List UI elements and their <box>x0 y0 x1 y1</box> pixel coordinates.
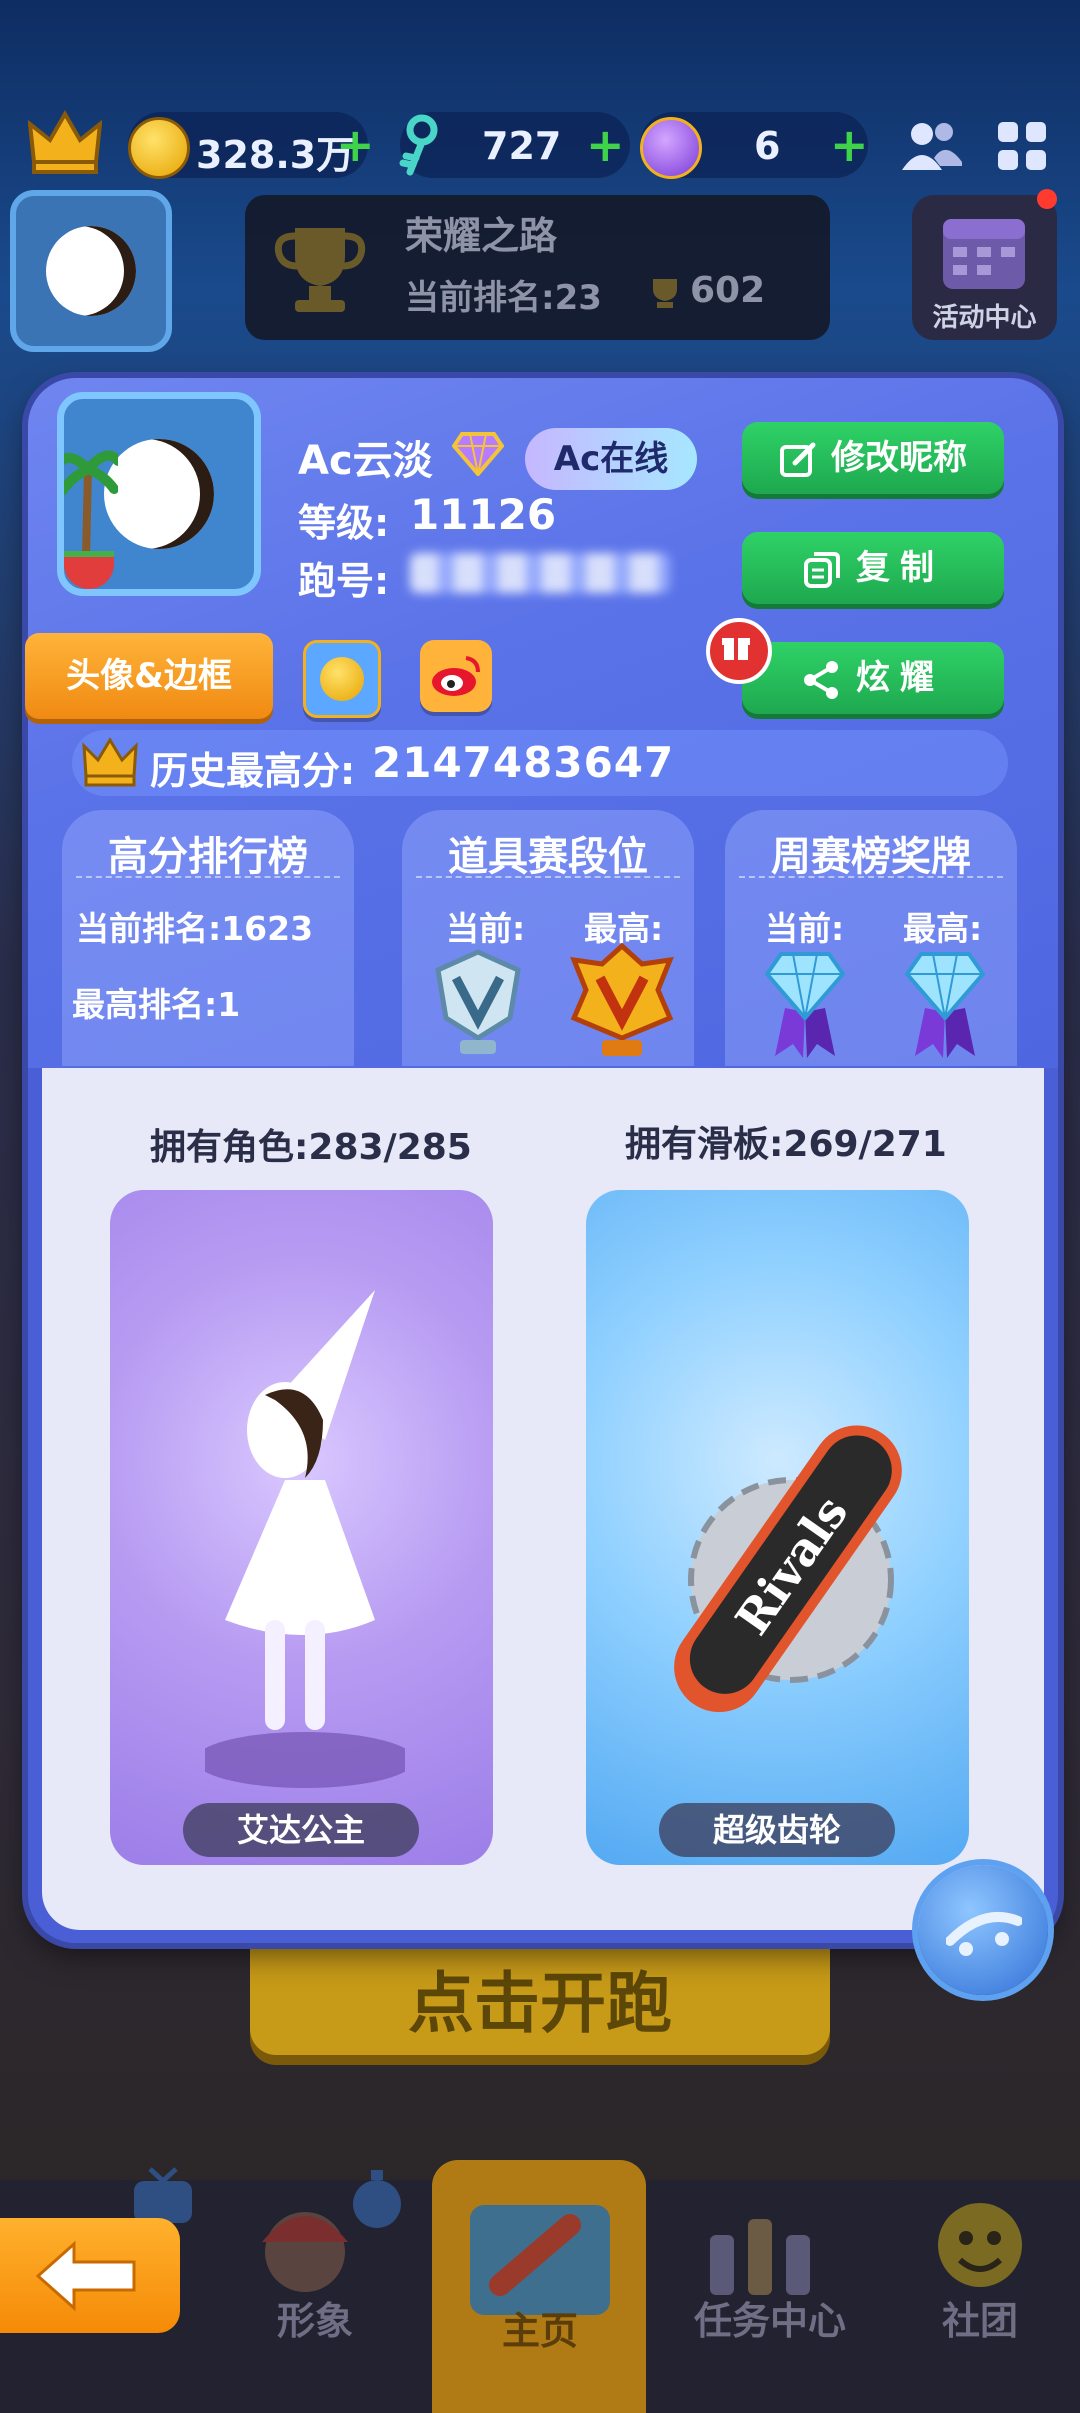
diamond-medal-icon <box>904 952 986 1058</box>
characters-owned: 拥有角色:283/285 <box>150 1127 472 1168</box>
share-button[interactable]: 炫耀 <box>742 642 1004 714</box>
coins-value: 328.3万 <box>196 133 355 177</box>
skateboard-card[interactable]: Rivals 超级齿轮 <box>586 1190 969 1865</box>
panel-divider <box>76 876 340 878</box>
notification-dot <box>1037 189 1057 209</box>
online-badge: Ac在线 <box>525 428 697 490</box>
high-score-label: 历史最高分: <box>150 749 356 793</box>
coin-icon <box>128 117 190 179</box>
coin-glyph <box>320 657 364 701</box>
edit-icon <box>780 442 816 477</box>
current-label: 当前: <box>765 909 845 948</box>
crown-icon <box>28 110 102 174</box>
highscore-leaderboard-panel[interactable]: 高分排行榜 当前排名:1623 最高排名:1 <box>62 810 354 1066</box>
nav-tab-home[interactable]: 主页 <box>470 2300 610 2393</box>
menu-grid-icon[interactable] <box>994 118 1050 174</box>
weibo-glyph <box>432 656 480 696</box>
nav-tab-tasks[interactable]: 任务中心 <box>680 2290 860 2393</box>
item-race-rank-panel[interactable]: 道具赛段位 当前: 最高: <box>402 810 694 1066</box>
panel-title: 高分排行榜 <box>108 834 308 880</box>
keys-value: 727 <box>482 124 562 168</box>
current-label: 当前: <box>446 909 526 948</box>
share-label: 炫耀 <box>856 658 944 698</box>
level-value: 11126 <box>410 490 557 539</box>
silver-rank-badge-icon <box>435 949 521 1054</box>
coins-counter[interactable]: 328.3万 + <box>128 112 375 179</box>
copy-icon <box>804 551 840 588</box>
current-rank: 当前排名:1623 <box>76 909 314 948</box>
player-id-blurred <box>410 553 670 593</box>
nav-tab-club[interactable]: 社团 <box>925 2290 1035 2393</box>
weekly-medal-panel[interactable]: 周赛榜奖牌 当前: 最高: <box>725 810 1017 1066</box>
activity-center-label: 活动中心 <box>932 303 1037 333</box>
nav-tab-appearance[interactable]: 形象 <box>250 2290 380 2393</box>
background-avatar[interactable] <box>10 190 172 352</box>
profile-avatar[interactable] <box>57 392 261 596</box>
avatar-face <box>104 439 214 549</box>
crown-icon <box>82 737 138 787</box>
token-icon <box>640 117 702 179</box>
gift-icon[interactable] <box>706 618 772 684</box>
palm-tree-icon <box>64 450 118 558</box>
friends-icon[interactable] <box>900 118 964 174</box>
back-button[interactable] <box>0 2218 180 2333</box>
add-tokens-button[interactable]: + <box>830 122 869 168</box>
weibo-icon[interactable] <box>420 640 492 712</box>
add-keys-button[interactable]: + <box>586 122 625 168</box>
panel-title: 周赛榜奖牌 <box>771 834 971 880</box>
tokens-value: 6 <box>754 124 781 168</box>
start-run-label: 点击开跑 <box>408 1965 672 2042</box>
diamond-medal-icon <box>764 952 846 1058</box>
tasks-nav-icon <box>710 2219 810 2295</box>
glory-trophies: 602 <box>690 270 766 311</box>
high-score-value: 2147483647 <box>372 738 675 787</box>
top-status-bar: 328.3万 + 727 + 6 + <box>0 100 1080 190</box>
copy-label: 复制 <box>856 548 944 588</box>
coin-badge-icon[interactable] <box>303 640 381 718</box>
skate-sticker-glyph <box>946 1912 1022 1956</box>
trophy-icon <box>274 228 366 312</box>
glory-rank: 当前排名:23 <box>405 278 602 318</box>
keys-counter[interactable]: 727 + <box>399 112 630 178</box>
best-label: 最高: <box>903 909 983 948</box>
gift-box-glyph <box>722 638 750 660</box>
activity-center-button[interactable]: 活动中心 <box>912 189 1057 340</box>
player-id-label: 跑号: <box>298 559 390 603</box>
panel-divider <box>739 876 1003 878</box>
player-nickname: Ac云淡 <box>298 438 433 484</box>
glory-title: 荣耀之路 <box>405 214 558 258</box>
copy-button[interactable]: 复制 <box>742 532 1004 604</box>
back-arrow-icon <box>35 2240 136 2312</box>
avatar-frame-button[interactable]: 头像&边框 <box>25 633 273 719</box>
calendar-icon <box>943 219 1025 289</box>
small-trophy-icon <box>653 279 677 308</box>
club-nav-icon <box>938 2203 1022 2287</box>
corner-sticker-icon[interactable] <box>918 1865 1048 1995</box>
edit-nickname-label: 修改昵称 <box>831 438 967 478</box>
panel-divider <box>416 876 680 878</box>
character-name: 艾达公主 <box>183 1803 419 1857</box>
share-icon <box>804 660 838 699</box>
watermelon-icon <box>64 551 114 589</box>
high-score-bar: 历史最高分: 2147483647 <box>72 730 1008 796</box>
avatar-face <box>46 226 136 316</box>
character-figure <box>205 1290 405 1788</box>
boards-owned: 拥有滑板:269/271 <box>625 1124 947 1165</box>
skateboard-figure: Rivals <box>674 1425 902 1713</box>
glory-road-panel[interactable]: 荣耀之路 当前排名:23 602 <box>245 195 830 340</box>
diamond-vip-icon <box>452 432 504 476</box>
key-icon <box>399 114 438 176</box>
skateboard-name: 超级齿轮 <box>659 1803 895 1857</box>
tokens-counter[interactable]: 6 + <box>640 112 869 179</box>
character-card[interactable]: 艾达公主 <box>110 1190 493 1865</box>
panel-title: 道具赛段位 <box>448 834 648 880</box>
add-coins-button[interactable]: + <box>336 122 375 168</box>
gold-rank-badge-icon <box>570 942 674 1056</box>
stopwatch-icon <box>353 2170 401 2228</box>
best-rank: 最高排名:1 <box>72 985 241 1024</box>
level-label: 等级: <box>298 501 390 545</box>
edit-nickname-button[interactable]: 修改昵称 <box>742 422 1004 494</box>
